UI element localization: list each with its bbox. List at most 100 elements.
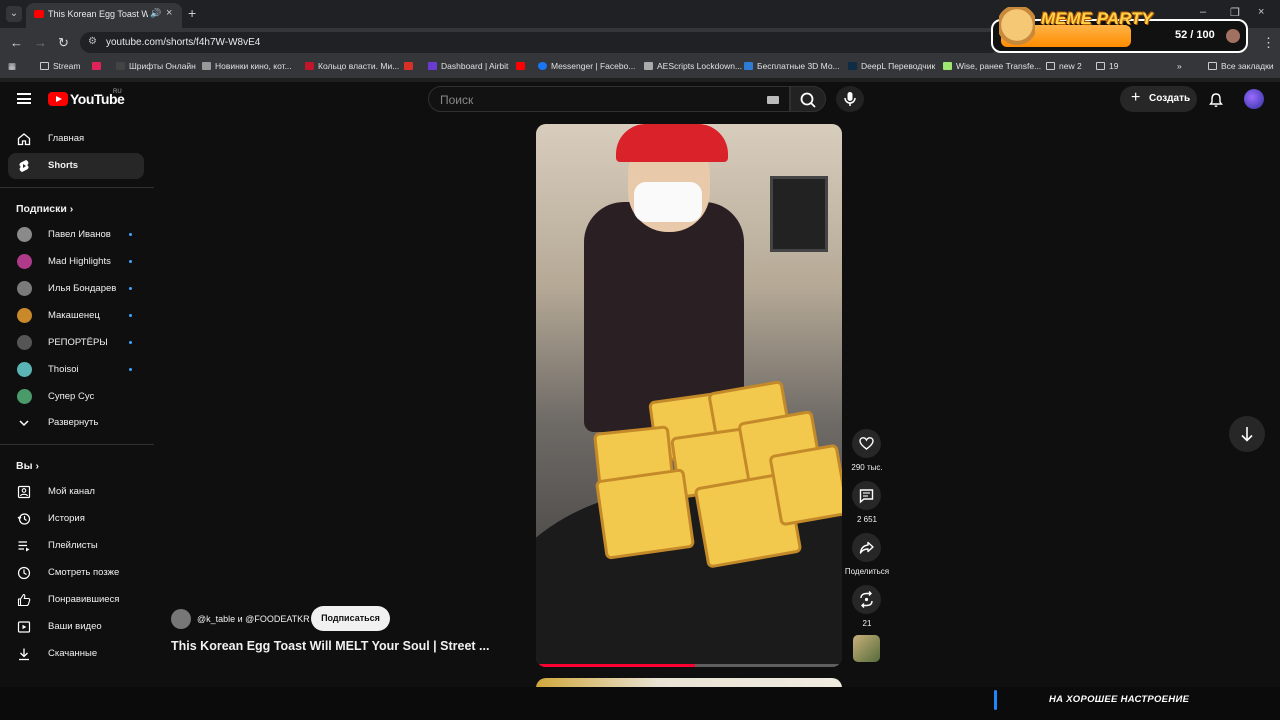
more-bookmarks-icon[interactable]: » xyxy=(1177,61,1182,71)
sidebar-item-downloads[interactable]: Скачанные xyxy=(8,641,144,667)
bookmark-item[interactable]: Wise, ранее Transfe... xyxy=(943,61,1041,71)
channel-icon xyxy=(17,485,31,499)
notifications-icon[interactable] xyxy=(1208,92,1224,108)
url-text: youtube.com/shorts/f4h7W-W8vE4 xyxy=(106,37,261,48)
subscribe-button[interactable]: Подписаться xyxy=(311,606,390,631)
bookmark-item[interactable]: Dashboard | Airbit xyxy=(428,61,508,71)
back-icon[interactable]: ← xyxy=(10,35,23,50)
bookmark-item[interactable]: Бесплатные 3D Мо... xyxy=(744,61,840,71)
sidebar-item-subscription[interactable]: РЕПОРТЁРЫ xyxy=(8,330,144,356)
sidebar-item-label: Скачанные xyxy=(48,648,98,659)
bookmark-folder[interactable]: new 2 xyxy=(1046,61,1082,71)
bookmark-item[interactable]: DeepL Переводчик xyxy=(848,61,935,71)
close-tab-icon[interactable]: × xyxy=(166,7,172,19)
address-bar[interactable]: ⚙ youtube.com/shorts/f4h7W-W8vE4 xyxy=(80,32,1000,53)
video-scene-cap xyxy=(616,124,728,162)
site-info-icon[interactable]: ⚙ xyxy=(88,36,97,47)
sidebar-item-home[interactable]: Главная xyxy=(8,126,144,152)
next-short-button[interactable] xyxy=(1229,416,1265,452)
sidebar-item-shorts[interactable]: Shorts xyxy=(8,153,144,179)
mic-icon xyxy=(844,92,856,106)
reload-icon[interactable]: ↻ xyxy=(58,35,69,51)
sidebar-item-subscription[interactable]: Thoisoi xyxy=(8,357,144,383)
bookmark-item[interactable]: AEScripts Lockdown... xyxy=(644,61,742,71)
comments-button[interactable] xyxy=(852,481,881,510)
keyboard-icon[interactable] xyxy=(767,96,779,104)
bookmark-label: Stream xyxy=(53,61,81,71)
sidebar-item-subscription[interactable]: Супер Сус xyxy=(8,384,144,410)
voice-search-button[interactable] xyxy=(836,86,864,112)
channel-avatar xyxy=(17,308,32,323)
account-avatar[interactable] xyxy=(1244,89,1264,109)
remix-count: 21 xyxy=(862,619,872,628)
subscriptions-title: Подписки xyxy=(16,203,67,215)
sidebar-item-subscription[interactable]: Илья Бондарев xyxy=(8,276,144,302)
you-header[interactable]: Вы › xyxy=(16,460,39,472)
short-video-player[interactable] xyxy=(536,124,842,667)
bookmark-label: DeepL Переводчик xyxy=(861,61,936,71)
short-title[interactable]: This Korean Egg Toast Will MELT Your Sou… xyxy=(171,639,489,653)
close-window-icon[interactable]: × xyxy=(1258,6,1264,18)
channel-name[interactable]: @k_table и @FOODEATKR xyxy=(197,614,310,624)
browser-menu-icon[interactable]: ⋮ xyxy=(1262,35,1275,51)
minimize-icon[interactable]: – xyxy=(1200,6,1206,18)
chevron-down-icon xyxy=(19,420,29,427)
sidebar-expand[interactable]: Развернуть xyxy=(8,410,144,436)
search-input[interactable]: Поиск xyxy=(428,86,790,112)
bookmark-item[interactable]: Шрифты Онлайн xyxy=(116,61,196,71)
all-bookmarks[interactable]: Все закладки xyxy=(1208,61,1274,71)
sidebar-item-your-videos[interactable]: Ваши видео xyxy=(8,614,144,640)
browser-chrome: ⌄ This Korean Egg Toast Will 🔊 × + – ❐ ×… xyxy=(0,0,1280,82)
video-progress-bar[interactable] xyxy=(536,664,842,667)
new-content-dot xyxy=(129,314,132,317)
share-button[interactable] xyxy=(852,533,881,562)
video-scene-toast xyxy=(594,468,696,560)
forward-icon[interactable]: → xyxy=(34,35,47,50)
search-button[interactable] xyxy=(790,86,826,112)
bookmark-label: Кольцо власти. Ми... xyxy=(318,61,400,71)
menu-icon[interactable] xyxy=(17,93,31,104)
audio-playing-icon[interactable]: 🔊 xyxy=(150,8,161,19)
sidebar-item-label: Макашенец xyxy=(48,310,100,321)
bookmark-label: Wise, ранее Transfe... xyxy=(956,61,1042,71)
remix-button[interactable] xyxy=(852,585,881,614)
youtube-logo-icon[interactable] xyxy=(48,92,68,106)
bookmark-folder[interactable]: 19 xyxy=(1096,61,1118,71)
subscriptions-header[interactable]: Подписки › xyxy=(16,203,73,215)
new-tab-icon[interactable]: + xyxy=(188,5,196,21)
comments-count: 2 651 xyxy=(856,515,878,524)
sidebar-item-liked[interactable]: Понравившиеся xyxy=(8,587,144,613)
youtube-icon xyxy=(516,62,525,70)
meme-brand: MEME PARTY xyxy=(1041,9,1153,28)
bookmark-item[interactable]: Кольцо власти. Ми... xyxy=(305,61,399,71)
sidebar-item-label: История xyxy=(48,513,85,524)
bookmark-item[interactable]: Messenger | Facebo... xyxy=(538,61,635,71)
tab-search-icon[interactable]: ⌄ xyxy=(6,6,22,22)
sidebar-item-subscription[interactable]: Макашенец xyxy=(8,303,144,329)
video-scene-monitor xyxy=(770,176,828,252)
sidebar-item-label: Понравившиеся xyxy=(48,594,120,605)
sidebar-item-subscription[interactable]: Mad Highlights xyxy=(8,249,144,275)
bookmark-item[interactable] xyxy=(92,61,105,71)
channel-avatar xyxy=(17,281,32,296)
bookmark-item[interactable]: Stream xyxy=(40,61,80,71)
channel-avatar[interactable] xyxy=(171,609,191,629)
overlay-accent xyxy=(994,690,997,710)
browser-tab[interactable]: This Korean Egg Toast Will 🔊 × xyxy=(26,3,182,28)
like-button[interactable] xyxy=(852,429,881,458)
sidebar-item-history[interactable]: История xyxy=(8,506,144,532)
bookmarks-bar: ▦ Stream Шрифты Онлайн Новинки кино, кот… xyxy=(0,56,1280,78)
restore-icon[interactable]: ❐ xyxy=(1230,6,1240,19)
folder-icon xyxy=(1208,62,1217,70)
sidebar-item-subscription[interactable]: Павел Иванов xyxy=(8,222,144,248)
bookmark-item[interactable] xyxy=(404,61,417,71)
sidebar-item-playlists[interactable]: Плейлисты xyxy=(8,533,144,559)
sidebar-item-my-channel[interactable]: Мой канал xyxy=(8,479,144,505)
folder-icon xyxy=(1096,62,1105,70)
bookmark-item[interactable]: Новинки кино, кот... xyxy=(202,61,292,71)
apps-icon[interactable]: ▦ xyxy=(8,61,16,72)
sidebar-item-watch-later[interactable]: Смотреть позже xyxy=(8,560,144,586)
sound-thumbnail[interactable] xyxy=(853,635,880,662)
bookmark-item[interactable] xyxy=(516,61,529,71)
create-button[interactable]: + Создать xyxy=(1120,86,1197,112)
